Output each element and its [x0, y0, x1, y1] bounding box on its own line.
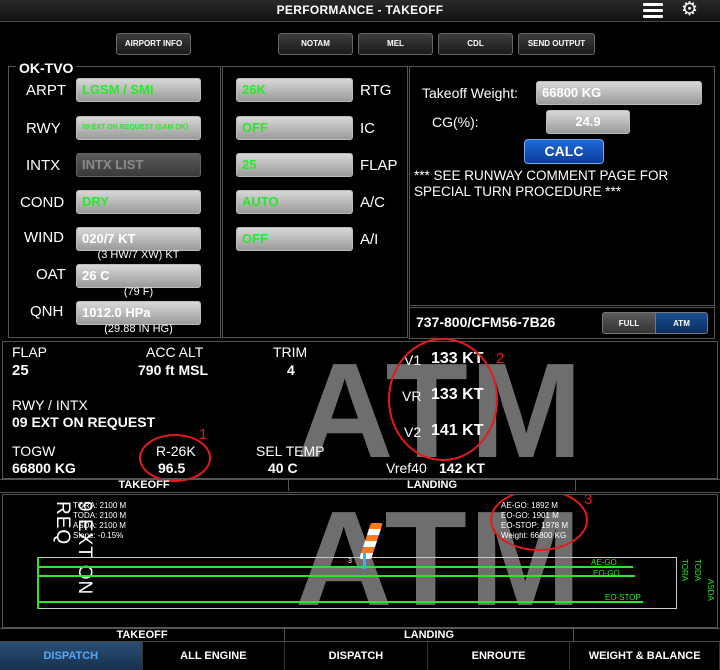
- ic-field[interactable]: OFF: [236, 116, 353, 140]
- airport-field[interactable]: LGSM / SMI: [76, 78, 201, 102]
- vref-label: Vref40: [386, 460, 427, 476]
- trim: 4: [287, 362, 295, 378]
- sel-temp: 40 C: [268, 460, 298, 476]
- send-output-button[interactable]: SEND OUTPUT: [518, 33, 595, 55]
- landing-tab-bottom[interactable]: LANDING: [284, 629, 574, 641]
- rwy-label: RWY: [26, 120, 61, 137]
- takeoff-weight-field[interactable]: 66800 KG: [536, 81, 702, 105]
- toda-text: TODA: 2100 M: [73, 511, 127, 520]
- landing-tab-top[interactable]: LANDING: [288, 479, 576, 491]
- calc-button[interactable]: CALC: [524, 139, 604, 164]
- runway-field[interactable]: 09 EXT ON REQUEST (SAM OK): [76, 116, 201, 140]
- qnh-inhg: (29.88 IN HG): [104, 323, 173, 335]
- eo-stop-line-label: EO-STOP: [605, 593, 641, 602]
- togw: 66800 KG: [12, 460, 76, 476]
- windsock-pole: [363, 553, 366, 569]
- nav-all-engine[interactable]: ALL ENGINE: [143, 642, 286, 670]
- toda-end-label: TODA: [693, 559, 702, 582]
- nav-dispatch-2[interactable]: DISPATCH: [285, 642, 428, 670]
- cg-label: CG(%):: [432, 114, 479, 130]
- annotation-2: 2: [496, 350, 505, 367]
- takeoff-tab-bottom[interactable]: TAKEOFF: [0, 629, 284, 641]
- nav-enroute[interactable]: ENROUTE: [428, 642, 571, 670]
- cdl-button[interactable]: CDL: [438, 33, 513, 55]
- full-mode-button[interactable]: FULL: [602, 312, 656, 334]
- annotation-1: 1: [199, 426, 208, 443]
- acc-alt: 790 ft MSL: [138, 362, 209, 378]
- slope-text: Slope: -0.15%: [73, 531, 124, 540]
- ic-label: IC: [360, 120, 375, 137]
- eo-go-line-label: EO-GO: [593, 569, 620, 578]
- wind-field[interactable]: 020/7 KT: [76, 227, 201, 251]
- arpt-label: ARPT: [26, 82, 67, 99]
- runway-start-line: [37, 557, 39, 609]
- condition-field[interactable]: DRY: [76, 190, 201, 214]
- aircraft-type: 737-800/CFM56-7B26: [416, 314, 556, 330]
- cg-field[interactable]: 24.9: [546, 110, 630, 134]
- title-bar: PERFORMANCE - TAKEOFF ⚙: [0, 0, 720, 22]
- nav-weight-balance[interactable]: WEIGHT & BALANCE: [570, 642, 720, 670]
- rwy-intx-label: RWY / INTX: [12, 397, 88, 413]
- cond-label: COND: [20, 194, 65, 211]
- tora-text: TORA: 2100 M: [73, 501, 127, 510]
- qnh-field[interactable]: 1012.0 HPa: [76, 301, 201, 325]
- mel-button[interactable]: MEL: [358, 33, 433, 55]
- runway-comment: *** SEE RUNWAY COMMENT PAGE FOR SPECIAL …: [414, 168, 669, 199]
- gear-icon[interactable]: ⚙: [681, 0, 698, 20]
- aircon-field[interactable]: AUTO: [236, 190, 353, 214]
- runway-marker: 3: [348, 558, 352, 565]
- rating-field[interactable]: 26K: [236, 78, 353, 102]
- annotation-3: 3: [584, 494, 593, 508]
- result-flap-label: FLAP: [12, 344, 48, 360]
- nav-dispatch[interactable]: DISPATCH: [0, 642, 143, 670]
- airport-info-button[interactable]: AIRPORT INFO: [116, 33, 191, 55]
- ae-go-line-label: AE-GO: [591, 558, 617, 567]
- takeoff-tab-top[interactable]: TAKEOFF: [0, 479, 288, 491]
- page-title: PERFORMANCE - TAKEOFF: [276, 3, 444, 17]
- trim-label: TRIM: [273, 344, 308, 360]
- bottom-nav: DISPATCH ALL ENGINE DISPATCH ENROUTE WEI…: [0, 641, 720, 670]
- takeoff-weight-label: Takeoff Weight:: [422, 85, 518, 101]
- aircraft-registration: OK-TVO: [16, 60, 77, 76]
- anti-ice-field[interactable]: OFF: [236, 227, 353, 251]
- flap-label: FLAP: [360, 157, 398, 174]
- intx-label: INTX: [26, 157, 61, 174]
- eo-go-line: [37, 575, 635, 577]
- wind-label: WIND: [24, 229, 64, 246]
- oat-field[interactable]: 26 C: [76, 264, 201, 288]
- intersection-field[interactable]: INTX LIST: [76, 153, 201, 177]
- ae-go-line: [37, 566, 633, 568]
- qnh-label: QNH: [30, 303, 64, 320]
- acc-alt-label: ACC ALT: [146, 344, 204, 360]
- notam-button[interactable]: NOTAM: [278, 33, 353, 55]
- oat-fahrenheit: (79 F): [123, 286, 154, 298]
- sel-temp-label: SEL TEMP: [256, 443, 325, 459]
- hamburger-icon[interactable]: [643, 3, 663, 19]
- tora-end-label: TORA: [680, 559, 689, 582]
- oat-label: OAT: [36, 266, 66, 283]
- runway-diagram: ATM 9 EXT ON REQ TORA: 2100 M TODA: 2100…: [2, 494, 718, 628]
- togw-label: TOGW: [12, 443, 56, 459]
- asda-end-label: ASDA: [706, 579, 715, 601]
- atm-mode-button[interactable]: ATM: [655, 312, 708, 334]
- vref: 142 KT: [439, 460, 485, 476]
- ac-label: A/C: [360, 194, 386, 211]
- rtg-label: RTG: [360, 82, 392, 99]
- rwy-intx: 09 EXT ON REQUEST: [12, 414, 156, 430]
- flap-field[interactable]: 25: [236, 153, 353, 177]
- annotation-ellipse-2: [388, 338, 498, 461]
- result-flap: 25: [12, 362, 29, 379]
- eo-stop-line: [37, 601, 643, 603]
- asda-text: ASDA: 2100 M: [73, 521, 126, 530]
- ai-label: A/I: [360, 231, 379, 248]
- wind-components: (3 HW/7 XW) KT: [97, 249, 180, 261]
